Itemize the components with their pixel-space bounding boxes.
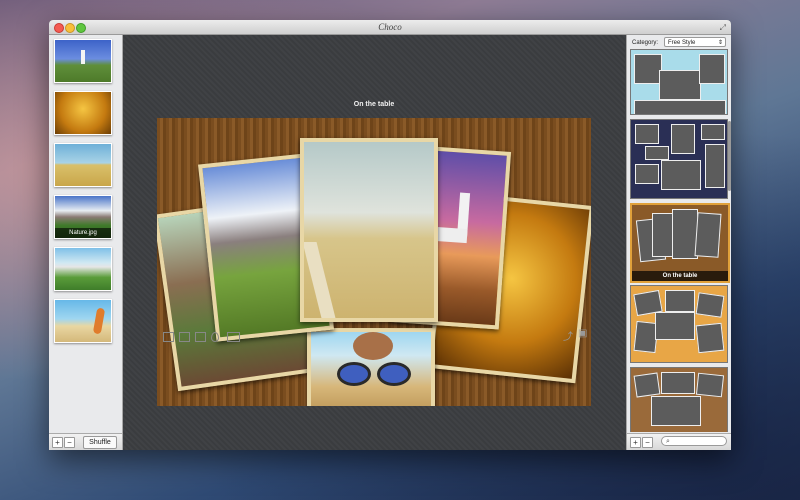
layout-rect	[695, 322, 725, 354]
page-icon[interactable]	[179, 332, 190, 342]
path-shape	[304, 242, 336, 318]
remove-layout-button[interactable]: −	[642, 437, 653, 448]
layout-rect	[645, 146, 669, 160]
search-icon: ⌕	[666, 438, 670, 445]
flipflop-shape	[92, 307, 106, 335]
photo-thumbnail[interactable]	[54, 247, 112, 291]
layout-thumbnail[interactable]	[630, 49, 728, 115]
layout-thumbnail[interactable]	[630, 119, 728, 199]
drop-icon[interactable]	[211, 332, 219, 342]
add-layout-button[interactable]: +	[630, 437, 641, 448]
layout-rect	[701, 124, 725, 140]
layout-rect	[633, 372, 661, 398]
layout-rect	[695, 292, 725, 318]
layout-rect	[671, 124, 695, 154]
photo-thumbnail[interactable]	[54, 299, 112, 343]
layout-rect	[634, 54, 662, 84]
layout-rect	[705, 144, 725, 188]
photo-thumbnail[interactable]	[54, 143, 112, 187]
add-photo-button[interactable]: +	[52, 437, 63, 448]
sunglasses-lens-left	[337, 362, 371, 386]
layout-scrollbar[interactable]	[728, 121, 731, 191]
layout-rect	[695, 372, 725, 398]
chevron-updown-icon: ⇕	[717, 40, 723, 46]
photo-sidebar: Nature.jpg + − Shuffle	[49, 35, 123, 450]
thumbnail-caption: Nature.jpg	[55, 228, 111, 238]
export-image-icon[interactable]: ▣	[578, 328, 587, 339]
shuffle-button[interactable]: Shuffle	[83, 436, 117, 449]
layout-sidebar: Category: Free Style ⇕ On the table + − …	[626, 35, 731, 450]
frame-icon[interactable]	[227, 332, 240, 342]
layout-rect	[635, 124, 659, 144]
photo-thumbnail[interactable]: Nature.jpg	[54, 195, 112, 239]
selected-layout-caption: On the table	[632, 271, 728, 281]
layout-list: On the table	[627, 49, 731, 432]
layout-search-input[interactable]: ⌕	[661, 436, 727, 446]
layout-rect	[665, 290, 695, 312]
right-bottom-bar: + − ⌕	[627, 433, 731, 450]
category-select[interactable]: Free Style ⇕	[664, 37, 726, 47]
window-title: Choco	[378, 22, 402, 32]
photo-thumbnail[interactable]	[54, 39, 112, 83]
collage-editor: On the table ⤴ ▣	[123, 35, 625, 450]
collage-photo-road[interactable]	[300, 138, 438, 322]
lighthouse-shape	[81, 50, 85, 64]
share-icon[interactable]: ⤴	[563, 328, 573, 343]
layout-rect	[651, 396, 701, 426]
layout-thumbnail-selected[interactable]: On the table	[630, 203, 730, 283]
collage-canvas[interactable]	[157, 118, 591, 406]
resize-icon[interactable]	[163, 332, 174, 342]
category-value: Free Style	[668, 40, 696, 46]
layout-rect	[652, 213, 674, 257]
collage-photo-beach[interactable]	[307, 328, 435, 406]
collage-title: On the table	[353, 101, 395, 108]
layout-thumbnail[interactable]	[630, 367, 728, 432]
app-window: Choco ⤢ Nature.jpg + − Shuffle On the ta…	[49, 20, 731, 450]
category-label: Category:	[632, 40, 659, 46]
layout-thumbnail[interactable]	[630, 285, 728, 363]
layout-rect	[659, 70, 701, 100]
title-bar: Choco ⤢	[49, 20, 731, 35]
photo-thumbnail[interactable]	[54, 91, 112, 135]
layout-rect	[661, 372, 695, 394]
layout-rect	[661, 160, 701, 190]
layout-rect	[655, 312, 695, 340]
left-bottom-bar: + − Shuffle	[49, 433, 122, 450]
remove-photo-button[interactable]: −	[64, 437, 75, 448]
layout-rect	[699, 54, 725, 84]
layout-icon[interactable]	[195, 332, 206, 342]
layout-rect	[694, 212, 722, 258]
coconut-shape	[353, 332, 393, 360]
sunglasses-lens-right	[377, 362, 411, 386]
layout-rect	[635, 164, 659, 184]
fullscreen-icon[interactable]: ⤢	[720, 23, 726, 33]
layout-rect	[634, 100, 726, 114]
